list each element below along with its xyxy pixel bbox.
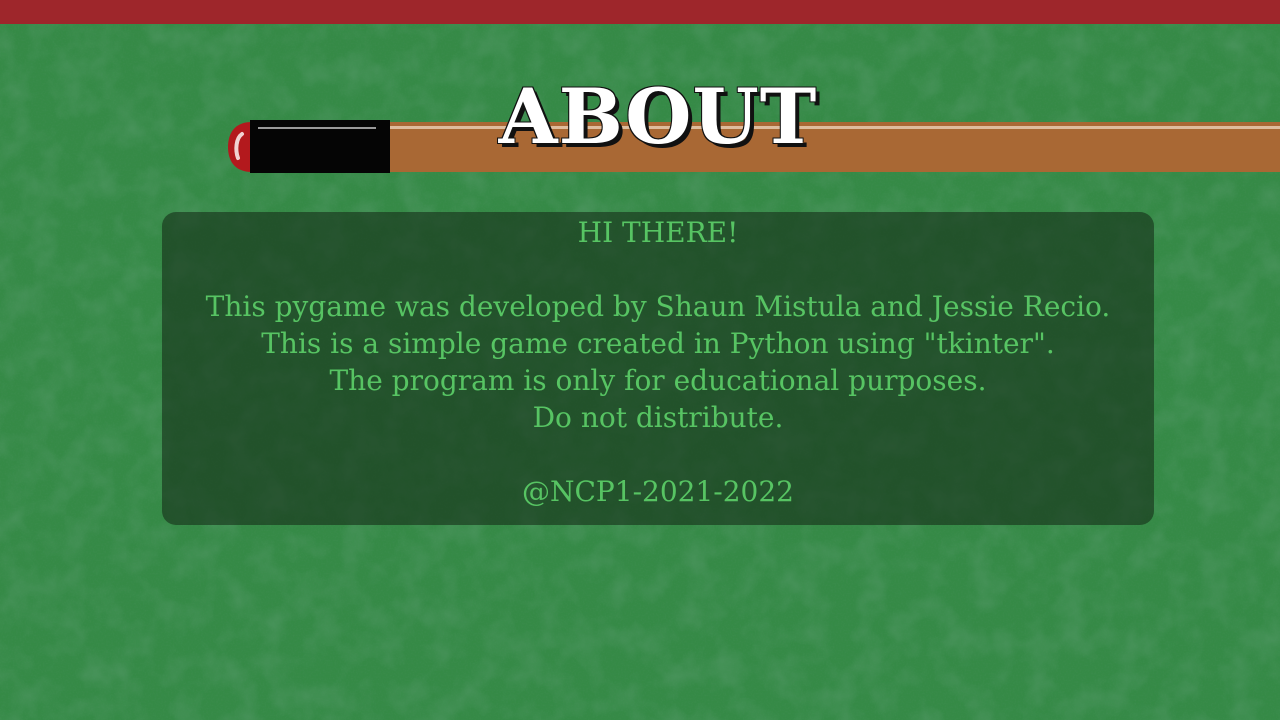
- about-line: The program is only for educational purp…: [329, 364, 987, 397]
- screen-title: ABOUT: [498, 72, 818, 161]
- about-line: This pygame was developed by Shaun Mistu…: [205, 290, 1111, 323]
- greeting-text: HI THERE!: [577, 216, 739, 249]
- about-line: Do not distribute.: [532, 401, 784, 434]
- about-text: HI THERE! This pygame was developed by S…: [0, 214, 1280, 510]
- credit-text: @NCP1-2021-2022: [521, 475, 794, 508]
- top-bar: [0, 0, 1280, 24]
- about-line: This is a simple game created in Python …: [261, 327, 1055, 360]
